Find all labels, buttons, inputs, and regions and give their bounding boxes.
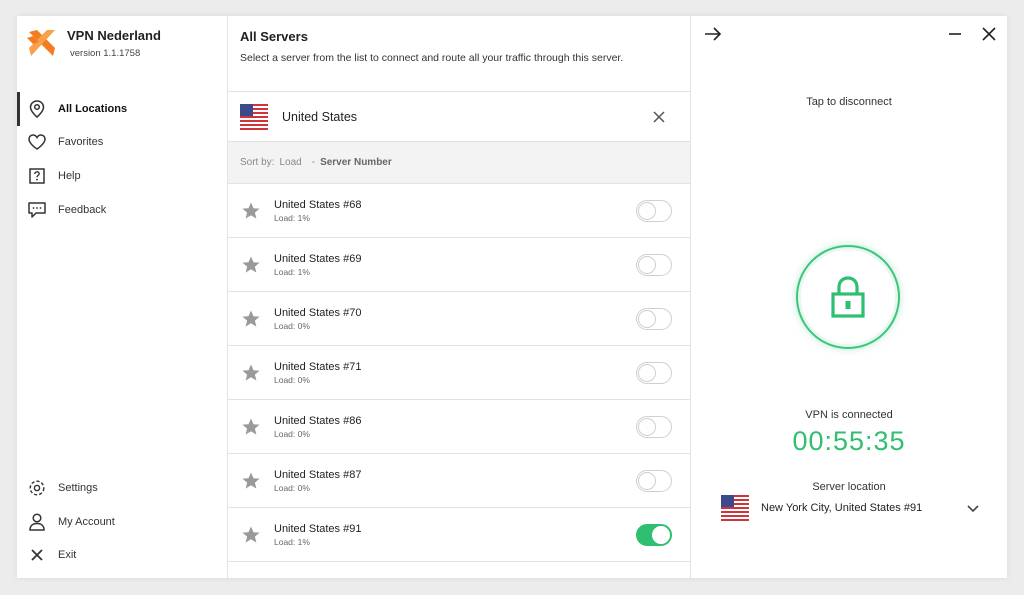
server-toggle[interactable] (636, 415, 672, 438)
server-name: United States #87 (274, 468, 362, 481)
connection-panel: Tap to disconnect VPN is connected 00:55… (691, 16, 1007, 578)
sidebar-nav: All Locations Favorites Help Feedback (17, 92, 227, 226)
feedback-icon (27, 200, 47, 220)
server-list: United States #68 Load: 1% United States… (228, 184, 690, 578)
sidebar-item-all-locations[interactable]: All Locations (17, 92, 227, 126)
lock-icon (831, 276, 865, 318)
sort-label: Sort by: (240, 157, 275, 168)
sidebar-item-label: Feedback (58, 203, 107, 216)
star-icon[interactable] (241, 201, 261, 221)
server-name: United States #71 (274, 360, 362, 373)
server-row[interactable]: United States #69 Load: 1% (228, 238, 690, 292)
star-icon[interactable] (241, 471, 261, 491)
sidebar-item-help[interactable]: Help (17, 159, 227, 193)
sidebar-item-my-account[interactable]: My Account (17, 505, 227, 539)
server-row[interactable]: United States #71 Load: 0% (228, 346, 690, 400)
sidebar-item-exit[interactable]: Exit (17, 538, 227, 572)
server-row[interactable]: United States #87 Load: 0% (228, 454, 690, 508)
server-toggle[interactable] (636, 523, 672, 546)
servers-header: All Servers Select a server from the lis… (228, 16, 690, 92)
server-load: Load: 0% (274, 374, 310, 385)
tap-to-disconnect: Tap to disconnect (806, 96, 892, 108)
close-icon (27, 545, 47, 565)
sort-bar: Sort by: Load - Server Number (228, 142, 690, 184)
us-flag-icon (721, 495, 749, 521)
sort-separator: - (311, 157, 316, 168)
heart-icon (27, 132, 47, 152)
sidebar-item-label: My Account (58, 515, 115, 528)
sidebar-item-label: Help (58, 169, 81, 182)
sort-option-server-number[interactable]: Server Number (320, 157, 392, 168)
server-load: Load: 0% (274, 320, 310, 331)
arrow-right-icon[interactable] (703, 24, 723, 44)
help-icon (27, 166, 47, 186)
connection-timer: 00:55:35 (792, 426, 906, 456)
clear-country-button[interactable] (648, 106, 670, 128)
country-name: United States (282, 109, 358, 124)
servers-panel: All Servers Select a server from the lis… (228, 16, 691, 578)
window-close-icon[interactable] (979, 24, 999, 44)
sidebar-item-label: Exit (58, 549, 77, 562)
server-row[interactable]: United States #70 Load: 0% (228, 292, 690, 346)
server-name: United States #68 (274, 198, 362, 211)
servers-title: All Servers (240, 29, 308, 44)
star-icon[interactable] (241, 255, 261, 275)
server-toggle[interactable] (636, 253, 672, 276)
sidebar: VPN Nederland version 1.1.1758 All Locat… (17, 16, 228, 578)
app-name: VPN Nederland (67, 28, 161, 43)
gear-icon (27, 478, 47, 498)
sidebar-item-feedback[interactable]: Feedback (17, 193, 227, 227)
star-icon[interactable] (241, 525, 261, 545)
server-load: Load: 1% (274, 212, 310, 223)
server-row[interactable]: United States #68 Load: 1% (228, 184, 690, 238)
sidebar-item-label: Favorites (58, 136, 104, 149)
sort-option-load[interactable]: Load (279, 157, 301, 168)
server-row[interactable]: United States #86 Load: 0% (228, 400, 690, 454)
sidebar-bottom-nav: Settings My Account Exit (17, 471, 227, 572)
sidebar-item-label: All Locations (58, 102, 128, 115)
server-name: United States #91 (274, 522, 362, 535)
server-toggle[interactable] (636, 307, 672, 330)
brand-logo-icon (27, 30, 55, 56)
sidebar-item-settings[interactable]: Settings (17, 471, 227, 505)
user-icon (27, 512, 47, 532)
server-toggle[interactable] (636, 199, 672, 222)
brand: VPN Nederland version 1.1.1758 (17, 16, 227, 92)
server-location-select[interactable]: New York City, United States #91 (721, 494, 981, 522)
close-icon (653, 110, 665, 123)
us-flag-icon (240, 103, 268, 130)
country-filter: United States (228, 92, 690, 142)
location-pin-icon (27, 99, 47, 119)
server-name: United States #86 (274, 414, 362, 427)
sidebar-item-label: Settings (58, 482, 98, 495)
chevron-down-icon (967, 505, 979, 513)
app-version: version 1.1.1758 (70, 48, 141, 59)
connection-status: VPN is connected (805, 409, 893, 421)
server-load: Load: 0% (274, 428, 310, 439)
star-icon[interactable] (241, 417, 261, 437)
star-icon[interactable] (241, 363, 261, 383)
server-toggle[interactable] (636, 469, 672, 492)
server-load: Load: 1% (274, 536, 310, 547)
minimize-icon[interactable] (945, 24, 965, 44)
server-name: United States #69 (274, 252, 362, 265)
servers-subtitle: Select a server from the list to connect… (240, 52, 624, 64)
server-load: Load: 1% (274, 266, 310, 277)
server-location-name: New York City, United States #91 (761, 502, 923, 514)
server-name: United States #70 (274, 306, 362, 319)
server-toggle[interactable] (636, 361, 672, 384)
server-location-label: Server location (812, 481, 886, 493)
server-row[interactable]: United States #91 Load: 1% (228, 508, 690, 562)
sidebar-item-favorites[interactable]: Favorites (17, 126, 227, 160)
server-load: Load: 0% (274, 482, 310, 493)
disconnect-button[interactable] (796, 245, 900, 349)
star-icon[interactable] (241, 309, 261, 329)
app-window: VPN Nederland version 1.1.1758 All Locat… (17, 16, 1007, 578)
